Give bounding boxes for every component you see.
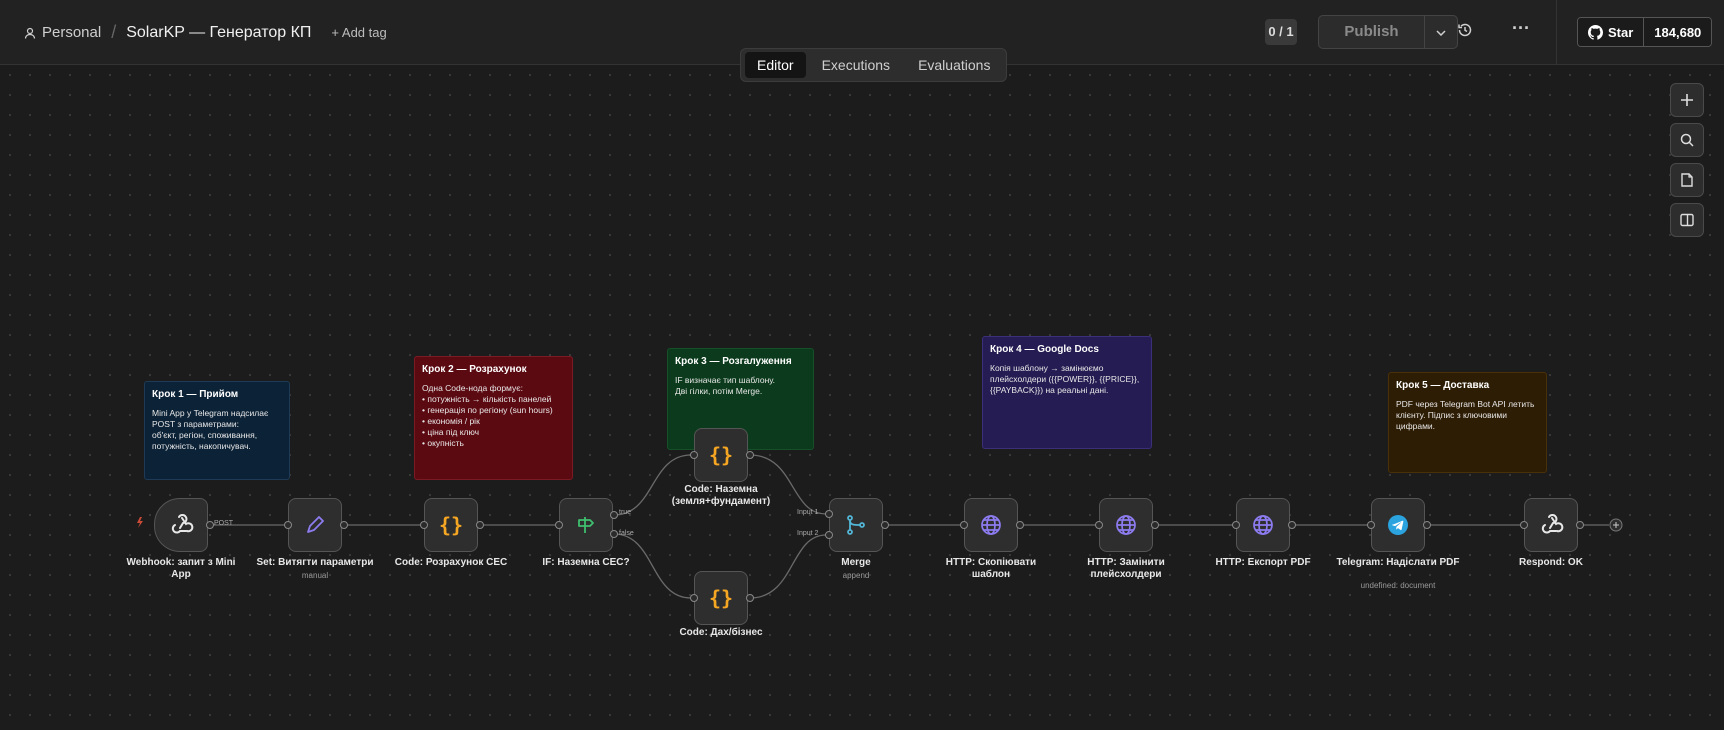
input-port[interactable] [1095,521,1103,529]
node-code-ground[interactable]: {} [694,428,748,482]
project-name: Personal [42,24,102,41]
output-port[interactable] [881,521,889,529]
input-port[interactable] [284,521,292,529]
node-label: HTTP: Скопіювати шаблон [945,557,1037,580]
node-label: Merge [841,557,871,568]
node-subtitle: undefined: document [1360,581,1436,590]
input-port-2[interactable] [825,531,833,539]
output-port[interactable] [746,451,754,459]
input-port[interactable] [1520,521,1528,529]
output-port-false[interactable] [610,530,618,538]
node-label: Telegram: Надіслати PDF [1336,557,1460,568]
node-if[interactable] [559,498,613,552]
tab-evaluations[interactable]: Evaluations [906,52,1002,78]
node-http-export[interactable] [1236,498,1290,552]
telegram-icon [1388,515,1408,535]
version-counter: 0 / 1 [1265,19,1297,45]
output-port[interactable] [340,521,348,529]
node-label: Code: Наземна (земля+фундамент) [671,484,771,507]
add-tag-button[interactable]: + Add tag [331,25,386,40]
output-port[interactable] [1016,521,1024,529]
ellipsis-icon: ··· [1512,18,1530,38]
edge-label-input-1: Input 1 [797,509,819,516]
github-star-label: Star [1608,24,1634,40]
node-label: Code: Дах/бізнес [679,627,763,638]
node-http-replace[interactable] [1099,498,1153,552]
connections-layer [137,454,1623,599]
node-merge[interactable] [829,498,883,552]
node-code-calc[interactable]: {} [424,498,478,552]
github-star-button[interactable]: Star 184,680 [1577,17,1713,47]
node-http-copy[interactable] [964,498,1018,552]
output-port[interactable] [1151,521,1159,529]
input-port[interactable] [690,451,698,459]
publish-button[interactable]: Publish [1318,15,1425,49]
globe-icon [1116,515,1136,535]
input-port[interactable] [690,594,698,602]
node-webhook[interactable] [154,498,208,552]
breadcrumb: Personal / SolarKP — Генератор КП + Add … [24,22,387,43]
history-button[interactable] [1457,22,1477,42]
github-icon [1588,24,1603,40]
github-star-count: 184,680 [1644,18,1712,46]
merge-icon [847,515,865,535]
output-port[interactable] [476,521,484,529]
divider [1556,0,1557,64]
node-label: Set: Витягти параметри [256,557,374,568]
globe-icon [1253,515,1273,535]
node-label: HTTP: Експорт PDF [1215,557,1311,568]
node-label: Respond: OK [1519,557,1583,568]
user-icon [24,27,36,39]
webhook-icon [1541,514,1564,534]
chevron-down-icon [1436,30,1446,37]
trigger-bolt-icon [137,517,143,528]
node-subtitle: manual [301,571,329,580]
edge-label-true: true [619,509,632,516]
input-port[interactable] [420,521,428,529]
webhook-icon [171,514,194,534]
tab-executions[interactable]: Executions [810,52,902,78]
edge-label-false: false [619,530,634,537]
github-star-part[interactable]: Star [1578,18,1645,46]
node-label: Code: Розрахунок СЕС [394,557,508,568]
output-port[interactable] [1288,521,1296,529]
project-crumb[interactable]: Personal [24,24,101,41]
node-set[interactable] [288,498,342,552]
tab-editor[interactable]: Editor [745,52,806,78]
input-port[interactable] [1232,521,1240,529]
output-port[interactable] [206,521,214,529]
signpost-icon [578,517,594,533]
node-label: IF: Наземна СЕС? [542,557,630,568]
node-subtitle: append [842,571,870,580]
pencil-icon [307,516,324,533]
globe-icon [981,515,1001,535]
output-port[interactable] [1576,521,1584,529]
code-icon: {} [708,586,734,610]
code-icon: {} [438,513,464,537]
node-label: HTTP: Замінити плейсхолдери [1087,557,1165,580]
workflow-canvas[interactable]: Крок 1 — Прийом Mini App у Telegram надс… [0,65,1724,730]
input-port[interactable] [1367,521,1375,529]
node-label: Webhook: запит з Mini App [126,557,236,580]
code-icon: {} [708,443,734,467]
view-tabs: Editor Executions Evaluations [740,48,1008,82]
breadcrumb-separator: / [111,22,117,42]
more-options-button[interactable]: ··· [1512,18,1530,39]
workflow-name[interactable]: SolarKP — Генератор КП [126,24,311,42]
node-code-roof[interactable]: {} [694,571,748,625]
input-port[interactable] [960,521,968,529]
output-port-true[interactable] [610,511,618,519]
node-respond[interactable] [1524,498,1578,552]
history-icon [1458,23,1472,37]
output-port[interactable] [1423,521,1431,529]
input-port-1[interactable] [825,510,833,518]
publish-dropdown-button[interactable] [1424,15,1458,49]
edge-label-input-2: Input 2 [797,530,819,537]
node-telegram[interactable] [1371,498,1425,552]
edge-label-post: POST [214,520,234,527]
end-add-button [1609,518,1623,532]
input-port[interactable] [555,521,563,529]
output-port[interactable] [746,594,754,602]
